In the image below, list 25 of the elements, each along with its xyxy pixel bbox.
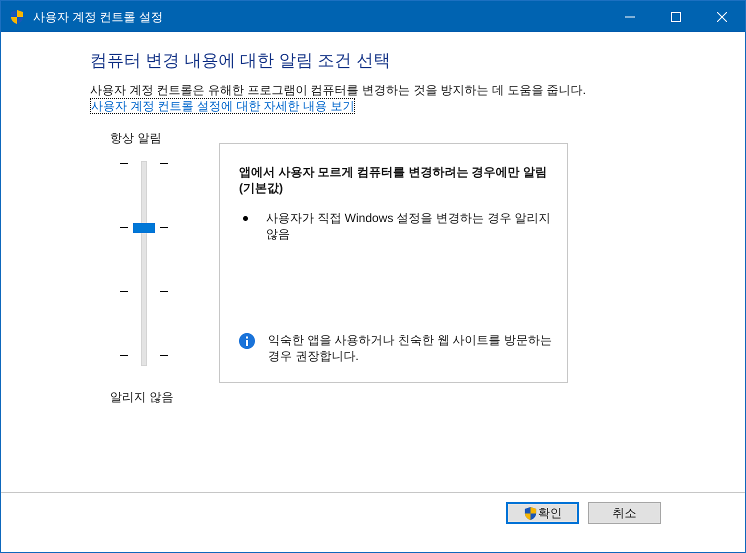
window-title: 사용자 계정 컨트롤 설정 — [33, 8, 164, 26]
page-heading: 컴퓨터 변경 내용에 대한 알림 조건 선택 — [90, 50, 392, 72]
learn-more-link[interactable]: 사용자 계정 컨트롤 설정에 대한 자세한 내용 보기 — [90, 98, 356, 114]
slider-thumb[interactable] — [133, 222, 155, 233]
slider-top-label: 항상 알림 — [110, 130, 162, 146]
tick-mark — [120, 355, 128, 356]
shield-icon — [9, 8, 25, 24]
bullet-icon — [243, 216, 248, 221]
setting-title: 앱에서 사용자 모르게 컴퓨터를 변경하려는 경우에만 알림 (기본값) — [239, 164, 548, 196]
recommendation-text: 익숙한 앱을 사용하거나 친숙한 웹 사이트를 방문하는 경우 권장합니다. — [268, 332, 553, 364]
tick-mark — [160, 163, 168, 164]
tick-mark — [160, 227, 168, 228]
maximize-icon — [671, 12, 681, 22]
slider-bottom-label: 알리지 않음 — [110, 389, 174, 405]
tick-mark — [160, 355, 168, 356]
tick-mark — [120, 227, 128, 228]
dialog-button[interactable]: 취소 — [588, 502, 661, 524]
dialog-button[interactable]: 확인 — [506, 502, 579, 524]
tick-mark — [120, 163, 128, 164]
tick-mark — [160, 291, 168, 292]
tick-mark — [120, 291, 128, 292]
close-icon — [717, 12, 727, 22]
bullet-text: 사용자가 직접 Windows 설정을 변경하는 경우 알리지 않음 — [266, 210, 552, 242]
description-text: 사용자 계정 컨트롤은 유해한 프로그램이 컴퓨터를 변경하는 것을 방지하는 데 도움을 줍니다. — [90, 83, 588, 98]
info-icon — [239, 333, 255, 349]
